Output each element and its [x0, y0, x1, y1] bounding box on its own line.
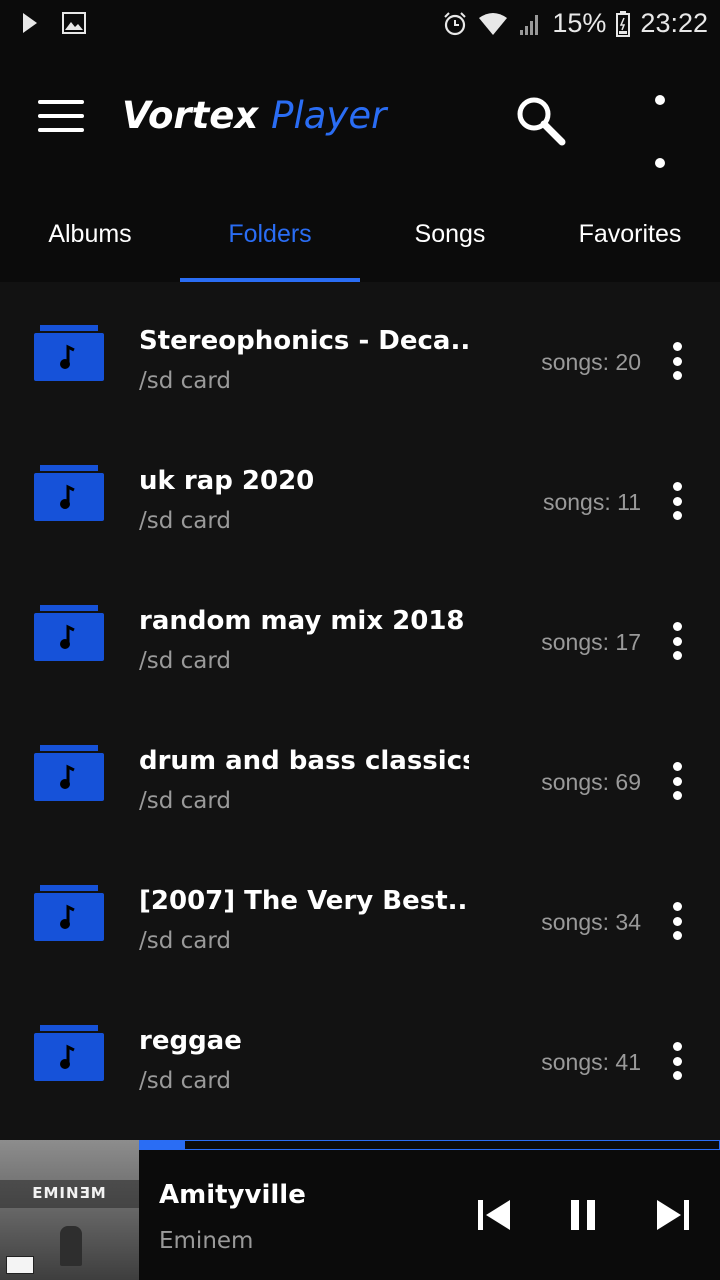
folder-name: drum and bass classics — [139, 746, 469, 776]
play-notification-icon — [23, 13, 37, 33]
folder-name: random may mix 2018 — [139, 606, 465, 636]
folder-path: /sd card — [139, 928, 232, 954]
battery-percent: 15% — [552, 8, 607, 38]
list-item[interactable]: reggae /sd card songs: 41 — [0, 982, 720, 1122]
song-count: songs: 41 — [541, 1049, 641, 1075]
app-title: Vortex Player — [122, 94, 386, 137]
menu-icon[interactable] — [38, 100, 84, 132]
folder-path: /sd card — [139, 508, 232, 534]
album-art-figure — [60, 1226, 82, 1266]
music-folder-icon — [34, 465, 104, 521]
tab-folders[interactable]: Folders — [180, 185, 360, 282]
folder-name: uk rap 2020 — [139, 466, 315, 496]
song-count: songs: 34 — [541, 909, 641, 935]
clock: 23:22 — [640, 8, 708, 38]
music-folder-icon — [34, 605, 104, 661]
tab-songs[interactable]: Songs — [360, 185, 540, 282]
signal-icon — [520, 14, 539, 35]
app-title-player: Player — [271, 94, 387, 137]
list-item[interactable]: Stereophonics - Deca... /sd card songs: … — [0, 282, 720, 422]
folder-name: [2007] The Very Best... — [139, 886, 469, 916]
tab-albums[interactable]: Albums — [0, 185, 180, 282]
list-item[interactable]: random may mix 2018 /sd card songs: 17 — [0, 562, 720, 702]
folder-path: /sd card — [139, 368, 232, 394]
music-folder-icon — [34, 325, 104, 381]
status-bar: 15% 23:22 — [0, 0, 720, 50]
song-count: songs: 69 — [541, 769, 641, 795]
folder-name: Stereophonics - Deca... — [139, 326, 469, 356]
album-art[interactable]: EMINƎM — [0, 1140, 139, 1280]
more-vert-icon[interactable] — [670, 1042, 684, 1080]
skip-next-icon[interactable] — [655, 1198, 691, 1232]
folder-path: /sd card — [139, 648, 232, 674]
song-count: songs: 20 — [541, 349, 641, 375]
search-icon[interactable] — [512, 92, 568, 148]
folder-path: /sd card — [139, 1068, 232, 1094]
playback-progress[interactable] — [139, 1140, 720, 1152]
now-playing-bar[interactable]: EMINƎM Amityville Eminem — [0, 1140, 720, 1280]
folder-list: Stereophonics - Deca... /sd card songs: … — [0, 282, 720, 1122]
list-item[interactable]: uk rap 2020 /sd card songs: 11 — [0, 422, 720, 562]
more-vert-icon[interactable] — [670, 902, 684, 940]
alarm-icon — [444, 11, 467, 35]
image-notification-icon — [62, 12, 86, 34]
song-count: songs: 17 — [541, 629, 641, 655]
skip-previous-icon[interactable] — [476, 1198, 512, 1232]
progress-track — [139, 1140, 720, 1150]
wifi-icon — [479, 12, 508, 35]
music-folder-icon — [34, 885, 104, 941]
more-vert-icon[interactable] — [670, 622, 684, 660]
tab-favorites[interactable]: Favorites — [540, 185, 720, 282]
folder-path: /sd card — [139, 788, 232, 814]
pause-icon[interactable] — [567, 1198, 603, 1232]
more-vert-icon[interactable] — [670, 762, 684, 800]
parental-advisory-label — [6, 1256, 34, 1274]
progress-fill — [139, 1140, 186, 1150]
app-title-vortex: Vortex — [122, 94, 259, 137]
music-folder-icon — [34, 1025, 104, 1081]
more-vert-icon[interactable] — [670, 482, 684, 520]
album-art-text: EMINƎM — [32, 1184, 107, 1202]
tab-bar: Albums Folders Songs Favorites — [0, 185, 720, 282]
list-item[interactable]: drum and bass classics /sd card songs: 6… — [0, 702, 720, 842]
song-count: songs: 11 — [542, 489, 641, 515]
music-folder-icon — [34, 745, 104, 801]
track-artist: Eminem — [159, 1228, 254, 1254]
track-title: Amityville — [159, 1180, 306, 1210]
app-bar: Vortex Player — [0, 50, 720, 230]
list-item[interactable]: [2007] The Very Best... /sd card songs: … — [0, 842, 720, 982]
battery-icon — [616, 10, 631, 37]
folder-name: reggae — [139, 1026, 242, 1056]
more-vert-icon[interactable] — [670, 342, 684, 380]
